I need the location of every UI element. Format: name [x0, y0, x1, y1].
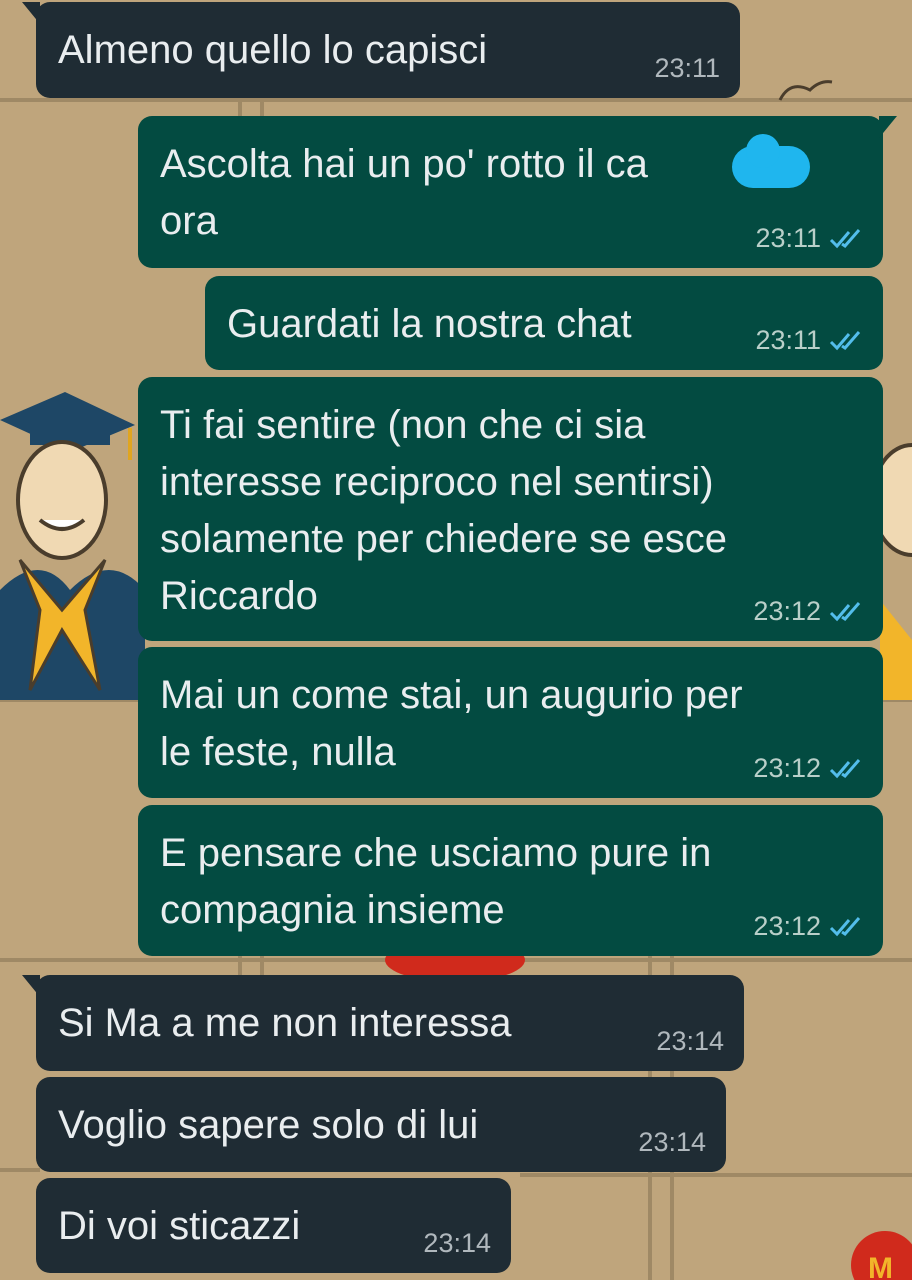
message-time: 23:11 — [654, 53, 720, 83]
bubble-tail — [22, 2, 40, 24]
svg-text:M: M — [868, 1252, 893, 1280]
message-meta: 23:12 — [753, 596, 863, 627]
message-bubble-outgoing[interactable]: Guardati la nostra chat 23:11 — [205, 276, 883, 370]
double-check-read-icon — [829, 601, 861, 621]
message-meta: 23:11 — [654, 53, 720, 84]
message-meta: 23:11 — [755, 223, 863, 254]
message-meta: 23:12 — [753, 911, 863, 942]
message-bubble-outgoing[interactable]: E pensare che usciamo pure in compagnia … — [138, 805, 883, 956]
message-bubble-outgoing[interactable]: Mai un come stai, un augurio per le fest… — [138, 647, 883, 798]
double-check-read-icon — [829, 330, 861, 350]
bubble-tail — [22, 975, 40, 997]
message-meta: 23:14 — [638, 1127, 706, 1158]
double-check-read-icon — [829, 758, 861, 778]
double-check-read-icon — [829, 228, 861, 248]
message-time: 23:11 — [755, 223, 821, 253]
redaction-mark — [732, 134, 810, 188]
message-text: Si Ma a me non interessa — [58, 1001, 512, 1045]
message-text: Almeno quello lo capisci — [58, 28, 488, 72]
message-meta: 23:14 — [423, 1228, 491, 1259]
message-bubble-incoming[interactable]: Almeno quello lo capisci 23:11 — [22, 2, 740, 98]
message-time: 23:14 — [638, 1127, 706, 1157]
message-bubble-outgoing[interactable]: Ti fai sentire (non che ci sia interesse… — [138, 377, 883, 641]
message-text: Voglio sapere solo di lui — [58, 1103, 479, 1147]
bubble-tail — [879, 116, 897, 138]
message-time: 23:12 — [753, 911, 821, 941]
graduate-figure — [0, 392, 145, 700]
double-check-read-icon — [829, 916, 861, 936]
message-bubble-incoming[interactable]: Si Ma a me non interessa 23:14 — [22, 975, 744, 1071]
message-time: 23:12 — [753, 753, 821, 783]
message-meta: 23:12 — [753, 753, 863, 784]
message-time: 23:14 — [423, 1228, 491, 1258]
message-meta: 23:14 — [656, 1026, 724, 1057]
message-time: 23:14 — [656, 1026, 724, 1056]
message-time: 23:11 — [755, 325, 821, 355]
message-text: Ti fai sentire (non che ci sia interesse… — [160, 403, 727, 618]
message-time: 23:12 — [753, 596, 821, 626]
message-meta: 23:11 — [755, 325, 863, 356]
message-bubble-incoming[interactable]: Di voi sticazzi 23:14 — [36, 1178, 511, 1273]
message-bubble-incoming[interactable]: Voglio sapere solo di lui 23:14 — [36, 1077, 726, 1172]
